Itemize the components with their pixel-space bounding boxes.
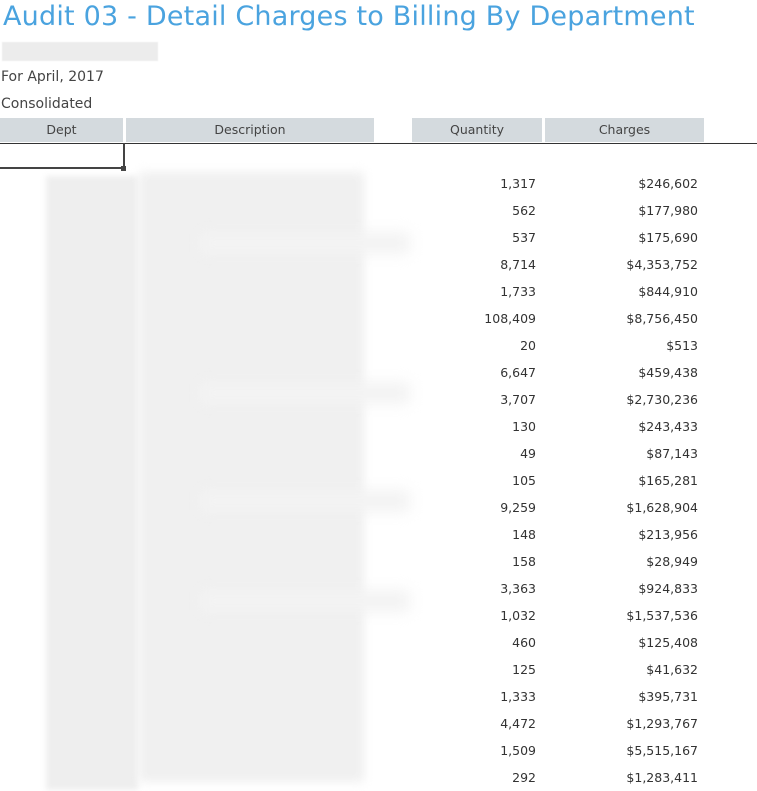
charges-cell: $87,143 <box>646 446 698 461</box>
charges-cell: $125,408 <box>638 635 698 650</box>
charges-cell: $213,956 <box>638 527 698 542</box>
quantity-cell: 460 <box>512 635 536 650</box>
charges-cell: $4,353,752 <box>626 257 698 272</box>
quantity-cell: 537 <box>512 230 536 245</box>
table-row[interactable]: 537 $175,690 <box>0 224 757 251</box>
selected-cell[interactable] <box>0 143 125 169</box>
charges-cell: $5,515,167 <box>626 743 698 758</box>
quantity-cell: 8,714 <box>500 257 536 272</box>
quantity-cell: 1,333 <box>500 689 536 704</box>
charges-cell: $844,910 <box>638 284 698 299</box>
table-row[interactable]: 20 $513 <box>0 332 757 359</box>
quantity-cell: 562 <box>512 203 536 218</box>
table-row[interactable]: 9,259 $1,628,904 <box>0 494 757 521</box>
table-row[interactable]: 108,409 $8,756,450 <box>0 305 757 332</box>
table-row[interactable]: 105 $165,281 <box>0 467 757 494</box>
quantity-cell: 1,317 <box>500 176 536 191</box>
quantity-cell: 20 <box>520 338 536 353</box>
table-row[interactable]: 1,333 $395,731 <box>0 683 757 710</box>
charges-cell: $243,433 <box>638 419 698 434</box>
quantity-cell: 3,363 <box>500 581 536 596</box>
table-row[interactable]: 460 $125,408 <box>0 629 757 656</box>
table-row[interactable]: 562 $177,980 <box>0 197 757 224</box>
quantity-cell: 125 <box>512 662 536 677</box>
table-row[interactable]: 1,317 $246,602 <box>0 170 757 197</box>
quantity-cell: 3,707 <box>500 392 536 407</box>
table-row[interactable]: 6,647 $459,438 <box>0 359 757 386</box>
quantity-cell: 158 <box>512 554 536 569</box>
table-row[interactable]: 4,472 $1,293,767 <box>0 710 757 737</box>
table-row[interactable]: 130 $243,433 <box>0 413 757 440</box>
table-row[interactable]: 148 $213,956 <box>0 521 757 548</box>
charges-cell: $165,281 <box>638 473 698 488</box>
table-row[interactable]: 49 $87,143 <box>0 440 757 467</box>
charges-cell: $513 <box>666 338 698 353</box>
charges-cell: $1,537,536 <box>626 608 698 623</box>
table-row[interactable]: 3,363 $924,833 <box>0 575 757 602</box>
table-row[interactable]: 1,733 $844,910 <box>0 278 757 305</box>
charges-cell: $8,756,450 <box>626 311 698 326</box>
table-row[interactable]: 292 $1,283,411 <box>0 764 757 791</box>
quantity-cell: 130 <box>512 419 536 434</box>
quantity-cell: 6,647 <box>500 365 536 380</box>
table-row[interactable]: 125 $41,632 <box>0 656 757 683</box>
data-table-body: 1,317 $246,602 562 $177,980 537 $175,690 8,714… <box>0 170 757 791</box>
charges-cell: $459,438 <box>638 365 698 380</box>
charges-cell: $177,980 <box>638 203 698 218</box>
quantity-cell: 9,259 <box>500 500 536 515</box>
charges-cell: $395,731 <box>638 689 698 704</box>
table-row[interactable]: 1,032 $1,537,536 <box>0 602 757 629</box>
quantity-cell: 1,733 <box>500 284 536 299</box>
charges-cell: $924,833 <box>638 581 698 596</box>
charges-cell: $2,730,236 <box>626 392 698 407</box>
report-title: Audit 03 - Detail Charges to Billing By … <box>3 1 695 32</box>
charges-cell: $28,949 <box>646 554 698 569</box>
charges-cell: $1,283,411 <box>626 770 698 785</box>
table-row[interactable]: 158 $28,949 <box>0 548 757 575</box>
charges-cell: $41,632 <box>646 662 698 677</box>
quantity-cell: 49 <box>520 446 536 461</box>
quantity-cell: 1,509 <box>500 743 536 758</box>
column-header-description[interactable]: Description <box>126 118 374 142</box>
charges-cell: $1,628,904 <box>626 500 698 515</box>
charges-cell: $175,690 <box>638 230 698 245</box>
column-header-charges[interactable]: Charges <box>545 118 704 142</box>
quantity-cell: 105 <box>512 473 536 488</box>
table-row[interactable]: 3,707 $2,730,236 <box>0 386 757 413</box>
report-period: For April, 2017 <box>1 69 104 85</box>
report-scope: Consolidated <box>1 96 93 112</box>
table-row[interactable]: 1,509 $5,515,167 <box>0 737 757 764</box>
redacted-subtitle <box>2 42 158 61</box>
table-row[interactable]: 8,714 $4,353,752 <box>0 251 757 278</box>
quantity-cell: 4,472 <box>500 716 536 731</box>
quantity-cell: 108,409 <box>484 311 536 326</box>
charges-cell: $1,293,767 <box>626 716 698 731</box>
quantity-cell: 1,032 <box>500 608 536 623</box>
quantity-cell: 148 <box>512 527 536 542</box>
quantity-cell: 292 <box>512 770 536 785</box>
column-header-dept[interactable]: Dept <box>0 118 123 142</box>
column-header-quantity[interactable]: Quantity <box>412 118 542 142</box>
charges-cell: $246,602 <box>638 176 698 191</box>
